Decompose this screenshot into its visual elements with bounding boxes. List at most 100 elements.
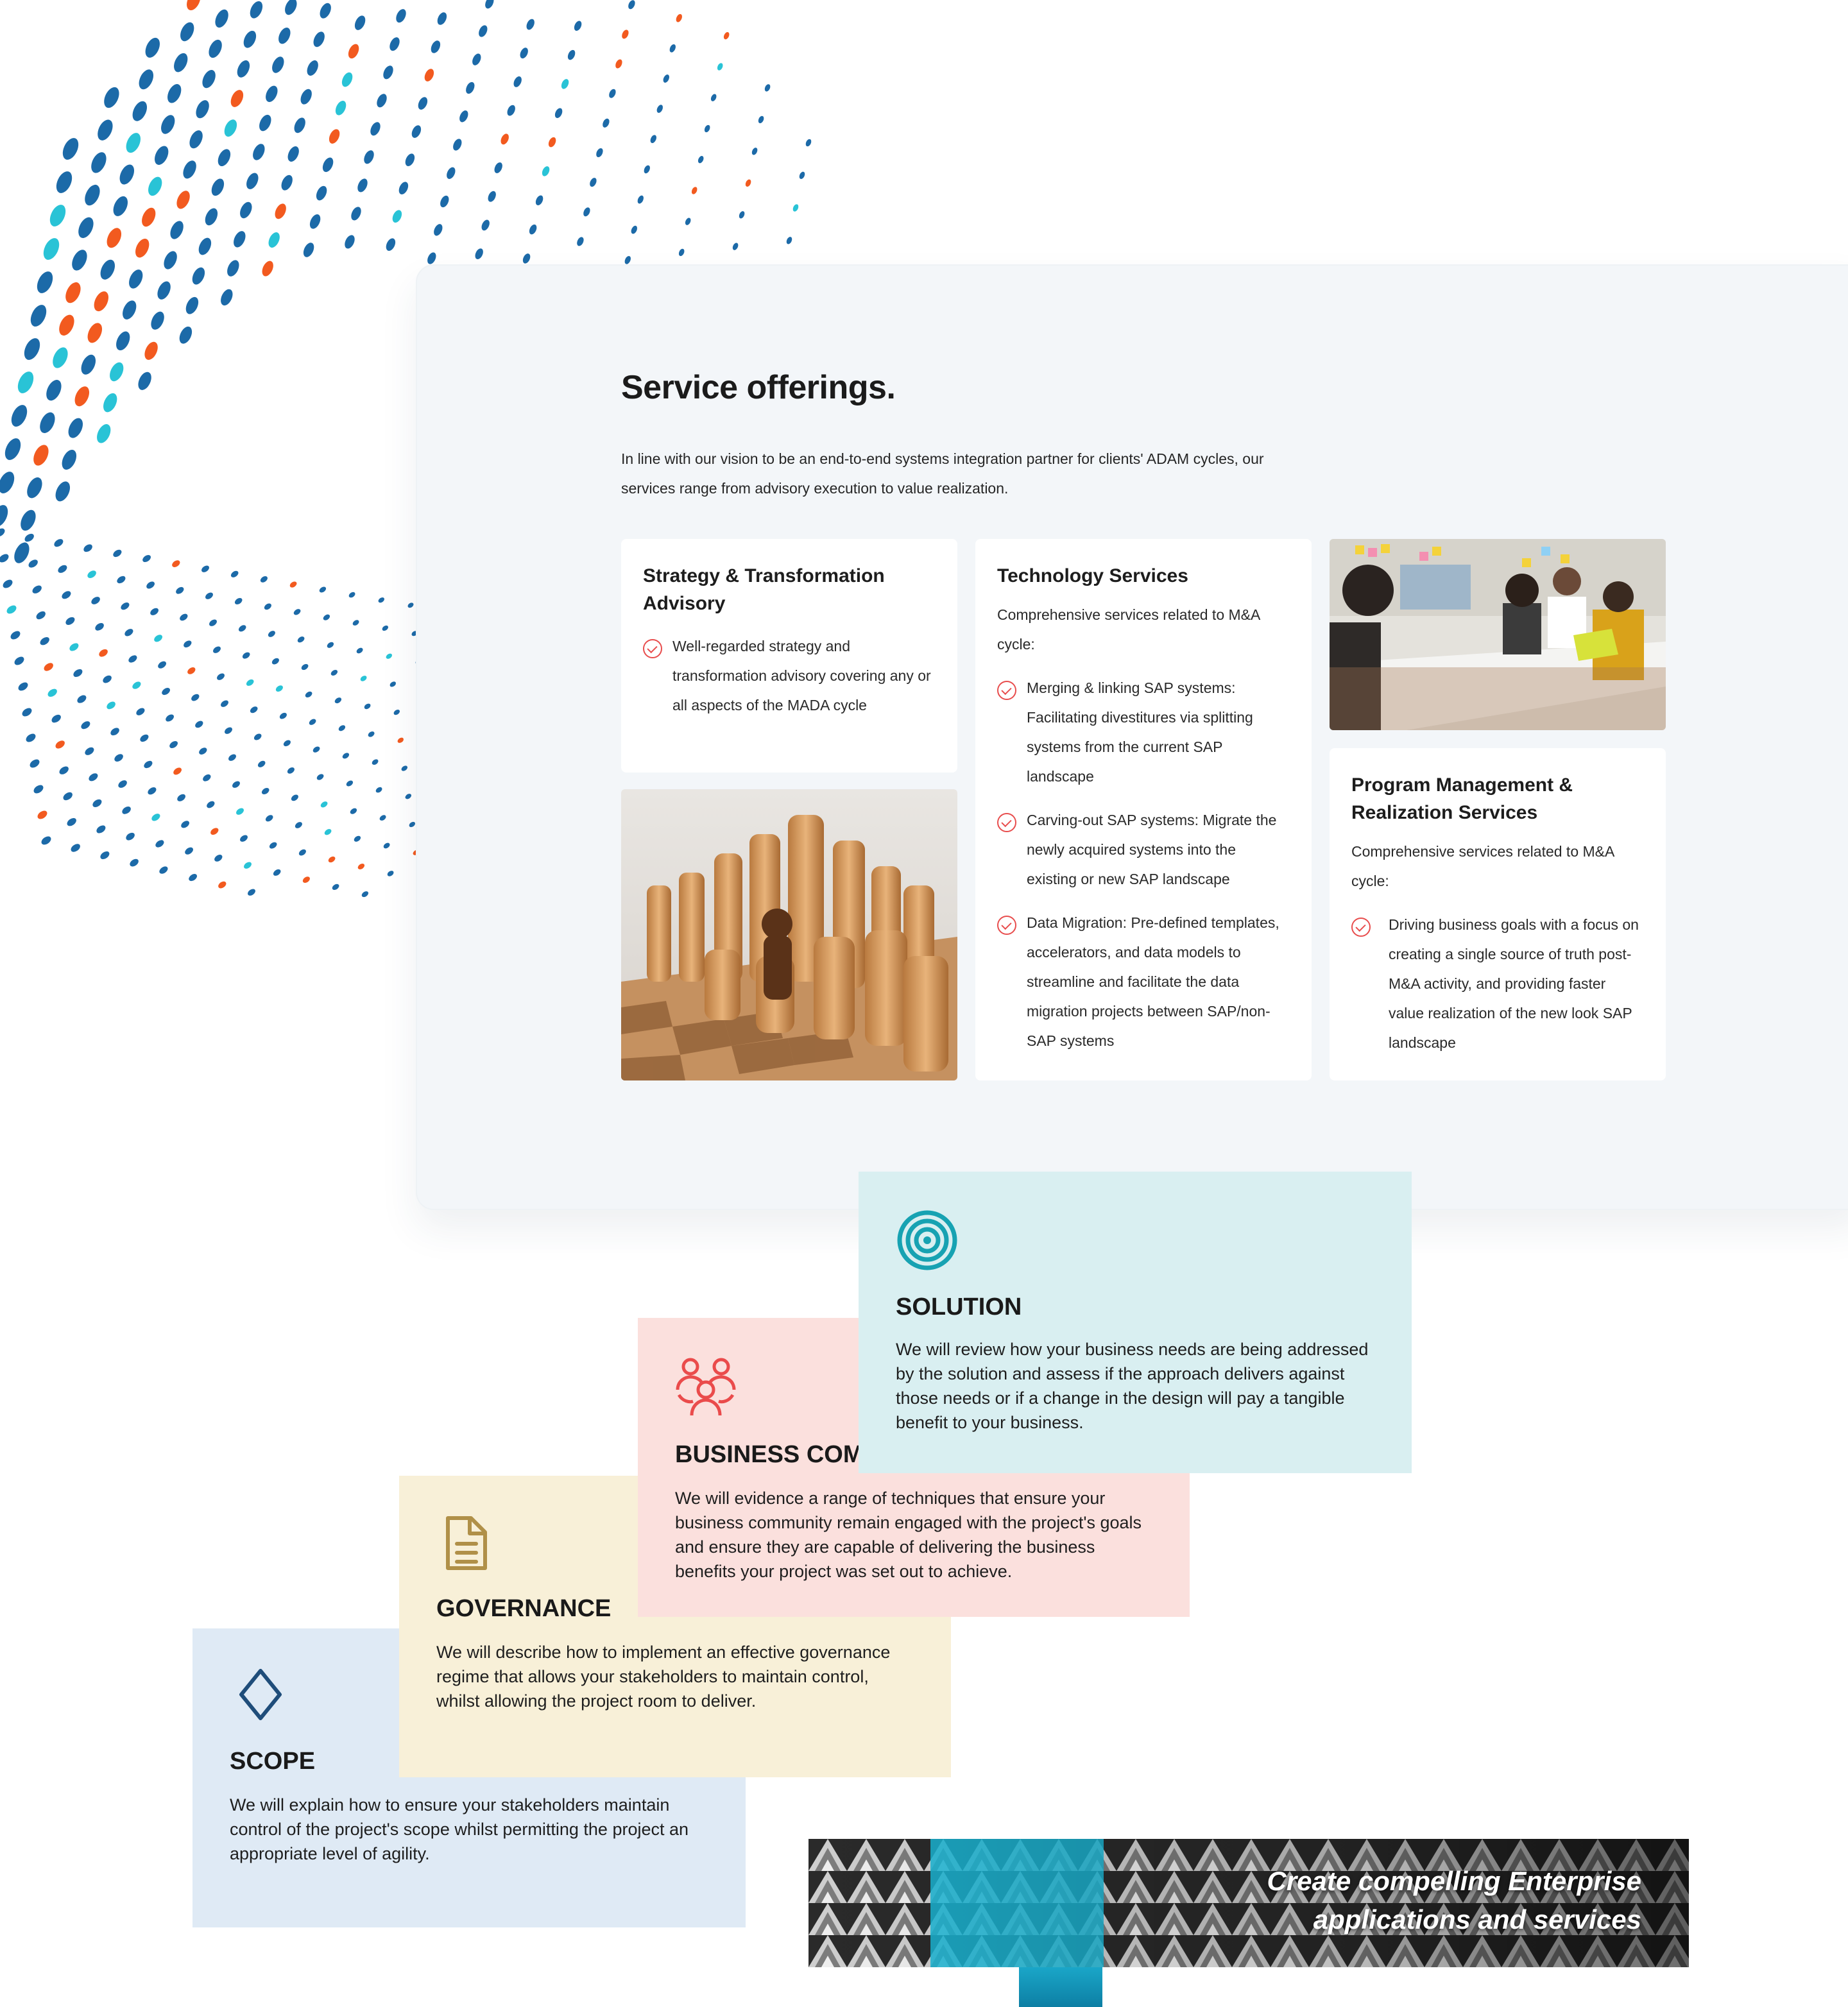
wave-dot xyxy=(71,844,80,852)
wave-dot xyxy=(72,250,87,271)
wave-dot xyxy=(663,74,669,83)
wave-dot xyxy=(357,178,368,192)
wave-dot xyxy=(622,30,629,39)
services-intro: In line with our vision to be an end-to-… xyxy=(621,450,1264,497)
wave-dot xyxy=(221,289,233,306)
wave-dot xyxy=(243,30,257,48)
check-circle-icon xyxy=(997,681,1016,700)
wave-dot xyxy=(114,754,123,762)
wave-dot xyxy=(246,679,254,686)
wave-dot xyxy=(704,124,710,133)
wave-dot xyxy=(56,171,73,193)
wave-dot xyxy=(361,891,369,898)
wave-dot xyxy=(758,115,764,124)
wave-dot xyxy=(166,714,174,722)
wave-dot xyxy=(214,855,223,862)
wave-dot xyxy=(577,237,584,246)
wave-dot xyxy=(316,185,327,201)
wave-dot xyxy=(348,44,359,59)
wave-dot xyxy=(27,477,42,499)
wave-dot xyxy=(615,59,622,69)
wave-dot xyxy=(192,267,205,285)
wave-dot xyxy=(324,829,332,835)
wave-dot xyxy=(275,203,286,219)
wave-dot xyxy=(185,296,199,314)
wave-dot xyxy=(14,542,30,563)
wave-dot xyxy=(128,655,137,663)
wave-dot xyxy=(264,603,271,610)
wave-dot xyxy=(294,117,305,133)
wave-dot xyxy=(650,135,656,144)
wave-dot xyxy=(250,706,258,713)
wave-dot xyxy=(346,780,354,787)
wave-dot xyxy=(393,709,400,715)
wave-dot xyxy=(268,631,275,637)
wave-dot xyxy=(313,31,325,47)
wave-dot xyxy=(526,19,535,30)
wave-dot xyxy=(164,251,177,269)
wave-dot xyxy=(685,218,691,225)
wave-dot xyxy=(81,721,90,730)
wave-dot xyxy=(411,125,422,138)
wave-dot xyxy=(179,326,193,344)
wave-dot xyxy=(0,528,5,537)
wave-dot xyxy=(113,196,128,216)
wave-dot xyxy=(535,195,543,205)
wave-dot xyxy=(262,260,273,277)
wave-dot xyxy=(148,176,162,196)
wave-dot xyxy=(357,863,365,870)
wave-dot xyxy=(354,15,366,30)
technology-bullets: Merging & linking SAP systems: Facilitat… xyxy=(997,673,1290,1055)
wave-dot xyxy=(356,647,363,654)
wave-dot xyxy=(246,173,259,189)
wave-dot xyxy=(103,393,117,413)
wave-dot xyxy=(291,794,298,801)
wave-dot xyxy=(124,629,133,636)
business-community-text: We will evidence a range of techniques t… xyxy=(675,1489,1142,1581)
wave-dot xyxy=(4,438,21,460)
wave-dot xyxy=(46,380,62,401)
wave-dot xyxy=(47,688,57,697)
wave-dot xyxy=(116,331,130,351)
wave-dot xyxy=(656,105,663,113)
wave-dot xyxy=(488,191,496,202)
wave-dot xyxy=(440,195,449,208)
wave-dot xyxy=(30,305,47,327)
wave-dot xyxy=(237,60,250,78)
technology-card-desc: Comprehensive services related to M&A cy… xyxy=(997,606,1260,653)
wave-dot xyxy=(717,63,723,71)
wave-dot xyxy=(139,69,154,90)
wave-dot xyxy=(30,759,40,768)
wave-dot xyxy=(583,207,590,217)
wave-dot xyxy=(94,291,109,312)
wave-dot xyxy=(78,217,94,238)
wave-dot xyxy=(764,84,771,92)
wave-dot xyxy=(146,581,155,589)
page-title: Service offerings. xyxy=(621,369,896,406)
wave-dot xyxy=(475,248,483,259)
wave-dot xyxy=(0,472,15,493)
wave-dot xyxy=(386,238,396,251)
wave-dot xyxy=(372,759,379,765)
wave-dot xyxy=(59,314,74,336)
wave-dot xyxy=(43,238,60,260)
wave-dot xyxy=(320,801,328,808)
wave-dot xyxy=(92,799,102,807)
wave-dot xyxy=(529,224,537,235)
wave-dot xyxy=(44,663,53,671)
wave-dot xyxy=(437,12,447,25)
wave-dot xyxy=(409,821,416,828)
wave-dot xyxy=(189,130,203,149)
wave-dot xyxy=(316,774,324,780)
check-circle-icon xyxy=(643,639,662,658)
scope-title: SCOPE xyxy=(230,1748,316,1775)
wave-dot xyxy=(138,372,151,390)
wave-dot xyxy=(329,129,340,144)
wave-dot xyxy=(799,171,805,179)
wave-dot xyxy=(405,794,412,799)
wave-dot xyxy=(574,21,582,31)
wave-dot xyxy=(287,146,299,162)
check-circle-icon xyxy=(1351,918,1371,937)
wave-dot xyxy=(154,635,162,642)
wave-dot xyxy=(159,866,168,874)
